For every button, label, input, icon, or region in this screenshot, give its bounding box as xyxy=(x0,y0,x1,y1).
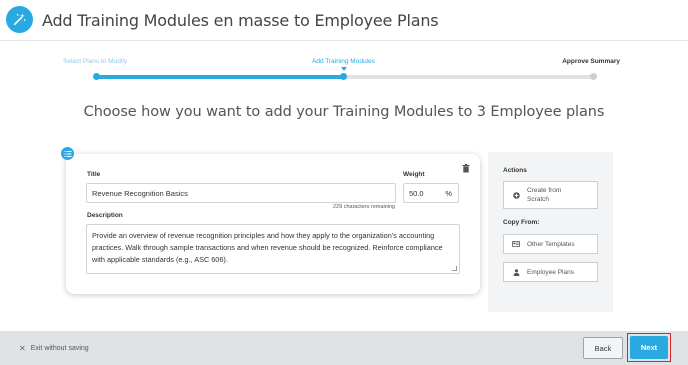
current-step-caret-icon xyxy=(341,67,347,71)
create-from-scratch-label: Create from Scratch xyxy=(527,187,562,203)
title-label: Title xyxy=(87,171,101,178)
step-add-training-modules: Add Training Modules xyxy=(312,58,375,65)
magic-wand-icon xyxy=(6,6,33,33)
trash-icon[interactable] xyxy=(462,160,470,178)
description-textarea[interactable]: Provide an overview of revenue recogniti… xyxy=(86,224,460,274)
step-select-plans[interactable]: Select Plans to Modify xyxy=(63,58,127,65)
page-title: Add Training Modules en masse to Employe… xyxy=(42,11,439,30)
step-dot-1 xyxy=(93,73,100,80)
employee-plans-button[interactable]: Employee Plans xyxy=(503,262,598,282)
template-card-icon xyxy=(508,241,524,247)
header: Add Training Modules en masse to Employe… xyxy=(0,0,688,41)
other-templates-label: Other Templates xyxy=(527,240,575,248)
actions-title: Actions xyxy=(503,167,527,174)
progress-fill xyxy=(96,75,344,79)
main-heading: Choose how you want to add your Training… xyxy=(83,104,605,120)
copy-from-title: Copy From: xyxy=(503,219,540,226)
list-icon xyxy=(61,147,74,160)
characters-remaining: 229 characters remaining xyxy=(333,204,396,210)
back-button[interactable]: Back xyxy=(583,337,623,359)
weight-input[interactable]: 50.0 % xyxy=(403,183,459,203)
exit-without-saving-link[interactable]: ✕ Exit without saving xyxy=(19,344,89,353)
plus-circle-icon xyxy=(508,191,524,199)
resize-handle-icon[interactable] xyxy=(452,266,457,271)
exit-without-saving-label: Exit without saving xyxy=(30,345,89,352)
description-value: Provide an overview of revenue recogniti… xyxy=(92,231,443,264)
other-templates-button[interactable]: Other Templates xyxy=(503,234,598,254)
progress-stepper: Select Plans to Modify Add Training Modu… xyxy=(60,56,620,86)
step-dot-3 xyxy=(590,73,597,80)
actions-panel: Actions Create from Scratch Copy From: O… xyxy=(488,152,613,312)
close-icon: ✕ xyxy=(19,344,26,353)
description-label: Description xyxy=(87,212,123,219)
step-approve-summary: Approve Summary xyxy=(562,58,620,65)
weight-input-value: 50.0 xyxy=(409,188,424,198)
weight-percent-unit: % xyxy=(445,188,452,198)
weight-label: Weight xyxy=(403,171,425,178)
employee-plans-label: Employee Plans xyxy=(527,268,574,276)
title-input-value: Revenue Recognition Basics xyxy=(92,188,188,198)
person-icon xyxy=(508,268,524,276)
create-from-scratch-button[interactable]: Create from Scratch xyxy=(503,181,598,209)
title-input[interactable]: Revenue Recognition Basics xyxy=(86,183,396,203)
step-dot-2 xyxy=(340,73,347,80)
next-button[interactable]: Next xyxy=(630,336,668,359)
